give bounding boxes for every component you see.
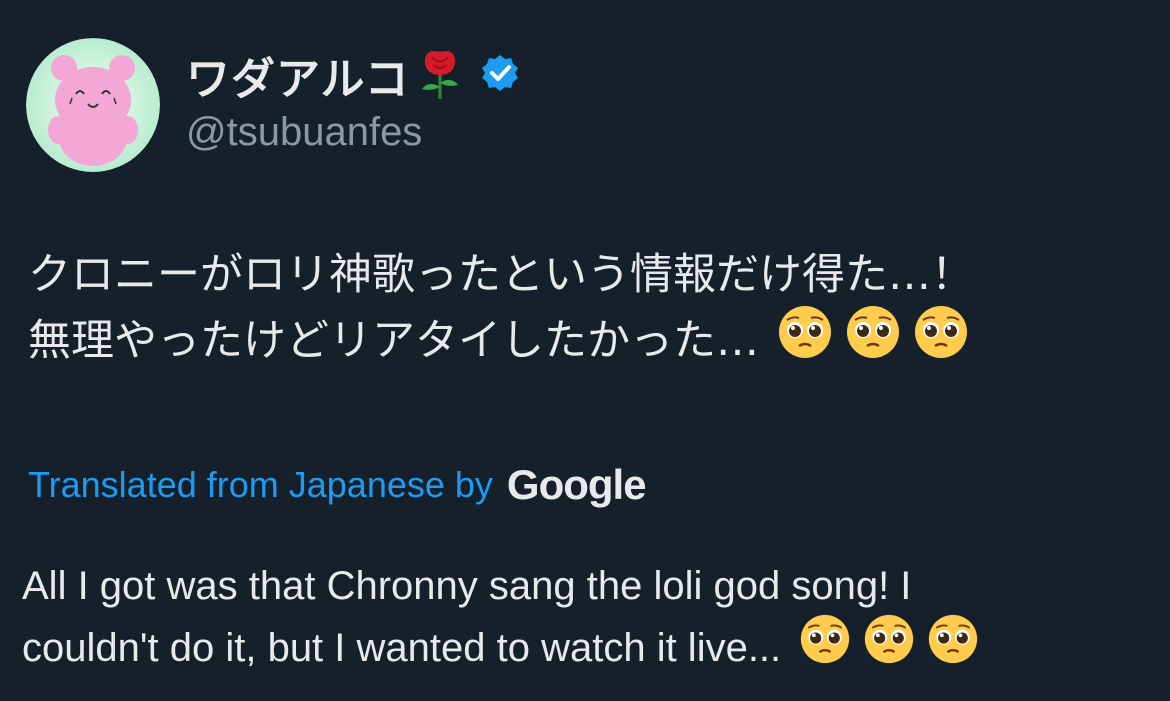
tweet-line: couldn't do it, but I wanted to watch it…	[22, 614, 1152, 679]
rose-icon	[414, 45, 466, 105]
tweet-line: 無理やったけどリアタイしたかった…	[28, 305, 1148, 374]
tweet-header: ワダアルコ @tsubuanfes	[26, 38, 520, 172]
pleading-face-icon	[863, 613, 915, 683]
tweet-card: ワダアルコ @tsubuanfes クロニーがロリ神歌ったという情報だけ得た…！…	[0, 0, 1170, 701]
tweet-line: クロニーがロリ神歌ったという情報だけ得た…！	[28, 242, 1148, 308]
author-handle[interactable]: @tsubuanfes	[186, 110, 520, 155]
pleading-face-icon	[913, 304, 969, 379]
pleading-face-icon	[799, 613, 851, 683]
avatar[interactable]	[26, 38, 160, 172]
pleading-face-icon	[927, 613, 979, 683]
display-name[interactable]: ワダアルコ	[186, 43, 410, 107]
google-logo: Google	[506, 461, 647, 508]
tweet-line: All I got was that Chronny sang the loli…	[22, 555, 1152, 617]
tweet-text-translated: All I got was that Chronny sang the loli…	[22, 555, 1152, 679]
pleading-face-icon	[777, 304, 833, 379]
emoji-group	[765, 304, 969, 379]
tweet-text-original: クロニーがロリ神歌ったという情報だけ得た…！ 無理やったけどリアタイしたかった…	[28, 242, 1148, 374]
verified-badge-icon[interactable]	[480, 53, 520, 97]
tweet-text-en-line-1: All I got was that Chronny sang the loli…	[22, 564, 912, 608]
tweet-text-en-line-2: couldn't do it, but I wanted to watch it…	[22, 626, 782, 670]
author-names: ワダアルコ @tsubuanfes	[186, 38, 520, 155]
pink-bear-avatar-icon	[26, 38, 160, 172]
translated-label[interactable]: Translated from Japanese by	[28, 464, 493, 506]
display-name-row: ワダアルコ	[186, 42, 520, 108]
emoji-group	[787, 613, 979, 683]
tweet-text-jp-line-2: 無理やったけどリアタイしたかった…	[28, 316, 759, 366]
pleading-face-icon	[845, 304, 901, 379]
translation-attribution[interactable]: Translated from Japanese by Google	[28, 458, 647, 512]
tweet-text-jp-line-1: クロニーがロリ神歌ったという情報だけ得た…！	[28, 250, 974, 300]
